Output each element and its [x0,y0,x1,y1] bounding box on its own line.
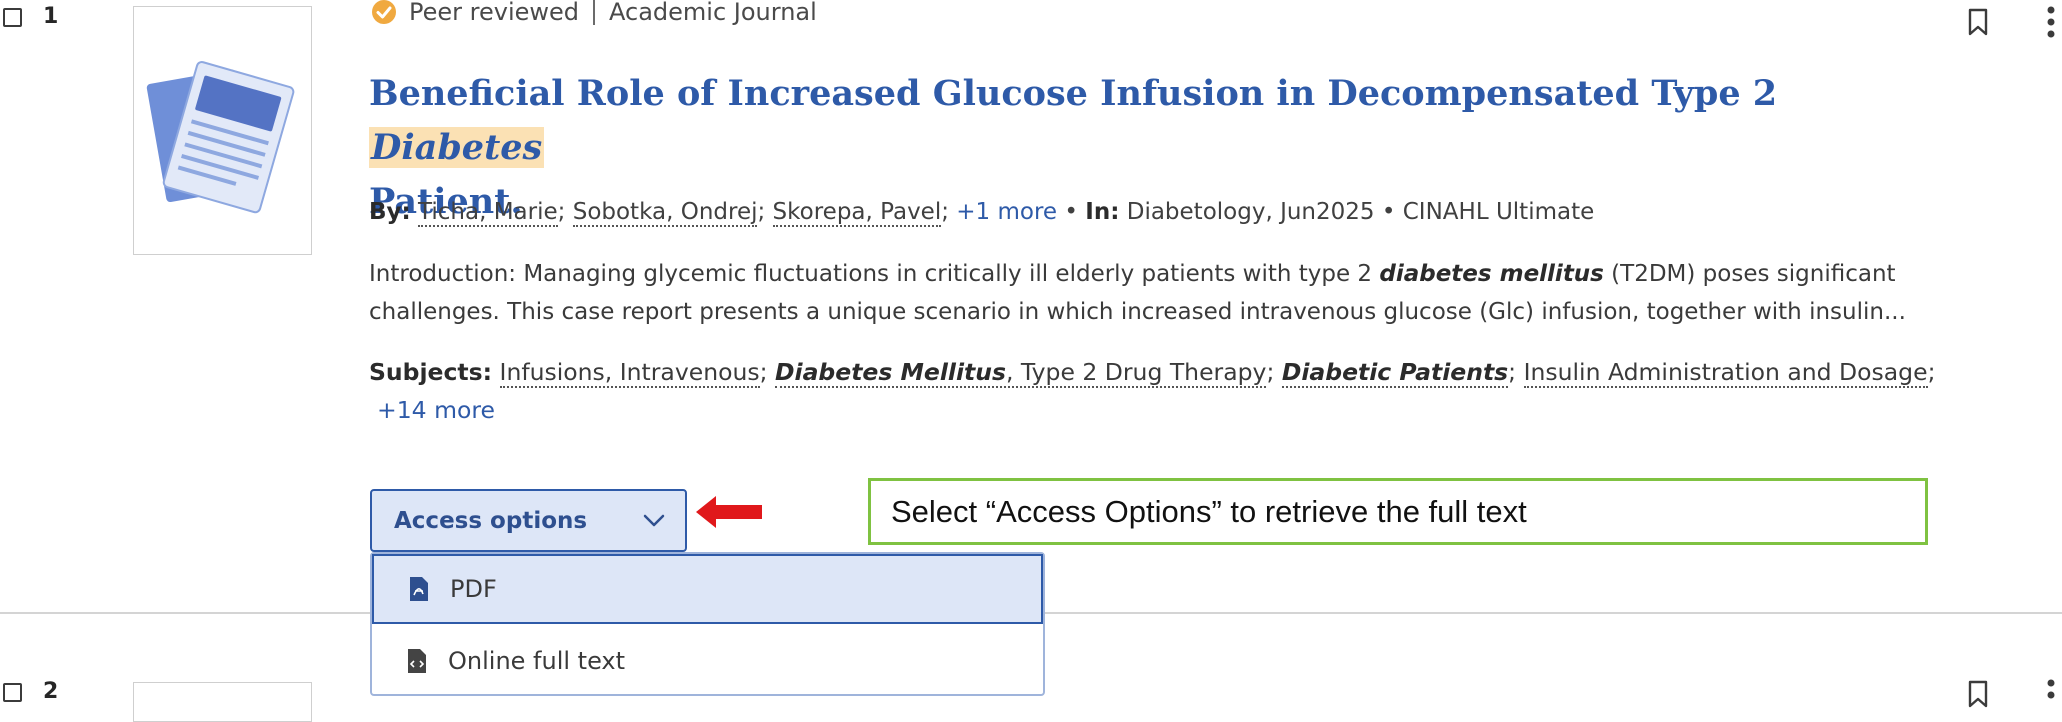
menu-item-online-full-text[interactable]: Online full text [372,626,1043,696]
code-file-icon [408,649,426,673]
menu-item-pdf[interactable]: PDF [372,554,1043,624]
vertical-ellipsis-icon[interactable] [2045,4,2057,40]
result-number: 2 [43,679,59,704]
author-link[interactable]: Skorepa, Pavel [772,199,942,227]
check-badge-icon [372,0,396,24]
subjects: Subjects: Infusions, Intravenous; Diabet… [369,358,1936,424]
subject-link[interactable]: Diabetes Mellitus, Type 2 Drug Therapy [775,358,1267,388]
result-divider [0,612,370,614]
byline: By: Ticha, Marie; Sobotka, Ondrej; Skore… [369,199,1595,227]
document-thumbnail[interactable] [133,6,312,255]
chevron-down-icon [643,514,665,526]
select-checkbox[interactable] [3,8,22,27]
abstract-text: challenges. This case report presents a … [369,299,1906,325]
author-link[interactable]: Sobotka, Ondrej [572,199,758,227]
document-meta: Peer reviewed Academic Journal [371,0,817,26]
callout-text: Select “Access Options” to retrieve the … [891,493,1527,529]
vertical-ellipsis-icon[interactable] [2045,677,2057,707]
subject-link[interactable]: Diabetic Patients [1281,358,1509,388]
select-checkbox[interactable] [3,683,22,702]
access-options-menu: PDF Online full text [370,552,1045,696]
database-name: CINAHL Ultimate [1402,199,1595,225]
access-options-button[interactable]: Access options [370,489,687,552]
subjects-label: Subjects: [369,358,493,386]
abstract-bold: diabetes mellitus [1379,261,1604,287]
title-highlight: Diabetes [369,127,545,168]
subject-text: , Type 2 Drug Therapy [1005,358,1267,386]
access-options-label: Access options [394,507,588,534]
bookmark-icon[interactable] [1967,680,1989,708]
abstract-text: Introduction: Managing glycemic fluctuat… [369,261,1380,287]
document-icon [146,61,295,214]
result-divider [1045,612,2062,614]
bookmark-icon[interactable] [1967,8,1989,36]
source-type: Academic Journal [609,0,817,26]
result-number: 1 [43,4,59,29]
red-arrow-left-icon [696,496,762,528]
pdf-file-icon [410,577,428,601]
menu-item-label: Online full text [448,647,626,675]
menu-item-label: PDF [450,575,497,603]
instruction-callout: Select “Access Options” to retrieve the … [868,478,1928,545]
subject-link[interactable]: Insulin Administration and Dosage [1523,358,1928,388]
subject-link[interactable]: Infusions, Intravenous [499,358,760,388]
by-label: By: [369,199,411,225]
subject-bold: Diabetes Mellitus [775,358,1006,386]
publication: Diabetology, Jun2025 [1126,199,1375,225]
more-subjects-link[interactable]: +14 more [377,396,495,424]
abstract: Introduction: Managing glycemic fluctuat… [369,255,1959,331]
peer-reviewed-label: Peer reviewed [409,0,580,26]
abstract-text: (T2DM) poses significant [1603,261,1896,287]
title-text: Beneficial Role of Increased Glucose Inf… [369,73,1778,114]
author-link[interactable]: Ticha, Marie [418,199,558,227]
document-thumbnail[interactable] [133,682,312,722]
in-label: In: [1085,199,1120,225]
meta-separator [593,0,596,25]
more-authors-link[interactable]: +1 more [956,199,1057,225]
